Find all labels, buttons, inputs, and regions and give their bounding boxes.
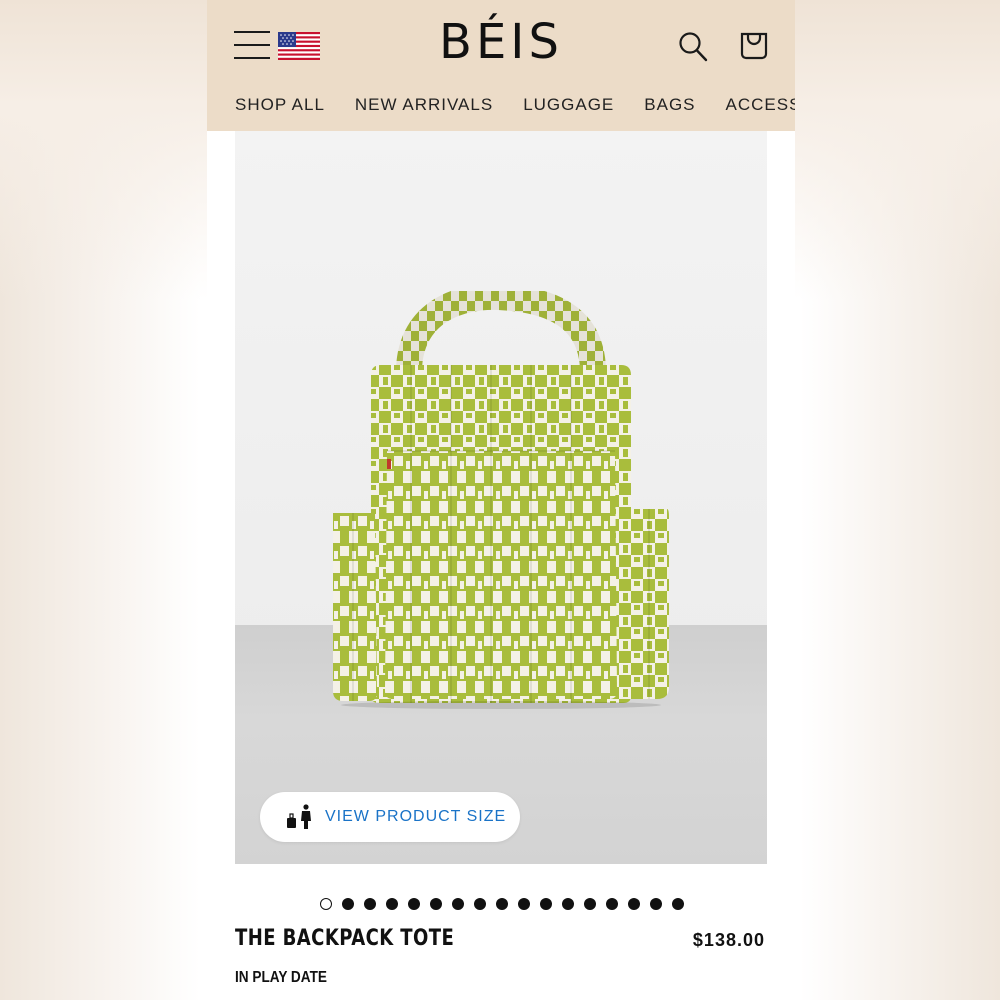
nav-bags[interactable]: BAGS <box>644 95 695 115</box>
mobile-page: BÉIS SHOP ALL NEW ARRIVALS LUGGAGE BAGS ACCE… <box>207 0 795 1000</box>
carousel-dot[interactable] <box>606 898 618 910</box>
carousel-dot[interactable] <box>672 898 684 910</box>
carousel-dot[interactable] <box>474 898 486 910</box>
cart-icon[interactable] <box>738 30 770 62</box>
carousel-dot[interactable] <box>584 898 596 910</box>
carousel-dot[interactable] <box>628 898 640 910</box>
nav-shop-all[interactable]: SHOP ALL <box>235 95 325 115</box>
carousel-dot[interactable] <box>364 898 376 910</box>
main-nav: SHOP ALL NEW ARRIVALS LUGGAGE BAGS ACCESS <box>235 95 795 115</box>
carousel-dot[interactable] <box>342 898 354 910</box>
carousel-dot[interactable] <box>452 898 464 910</box>
product-variant: IN PLAY DATE <box>235 969 327 986</box>
nav-new-arrivals[interactable]: NEW ARRIVALS <box>355 95 493 115</box>
nav-luggage[interactable]: LUGGAGE <box>523 95 614 115</box>
product-price: $138.00 <box>692 930 765 950</box>
carousel-dot[interactable] <box>496 898 508 910</box>
carousel-dot[interactable] <box>540 898 552 910</box>
view-product-size-button[interactable]: VIEW PRODUCT SIZE <box>260 792 520 842</box>
carousel-dot[interactable] <box>562 898 574 910</box>
carousel-dot[interactable] <box>650 898 662 910</box>
carousel-dot[interactable] <box>386 898 398 910</box>
carousel-dot[interactable] <box>518 898 530 910</box>
search-icon[interactable] <box>678 31 708 63</box>
carousel-dot[interactable] <box>320 898 332 910</box>
product-image[interactable]: VIEW PRODUCT SIZE <box>235 131 767 864</box>
nav-accessories[interactable]: ACCESS <box>726 95 795 115</box>
backpack-tote-photo <box>333 291 669 709</box>
view-product-size-label: VIEW PRODUCT SIZE <box>325 808 507 825</box>
site-header: BÉIS SHOP ALL NEW ARRIVALS LUGGAGE BAGS ACCE… <box>207 0 795 131</box>
product-title: THE BACKPACK TOTE <box>235 926 455 951</box>
person-luggage-icon <box>287 804 311 829</box>
carousel-dot[interactable] <box>408 898 420 910</box>
carousel-dot[interactable] <box>430 898 442 910</box>
